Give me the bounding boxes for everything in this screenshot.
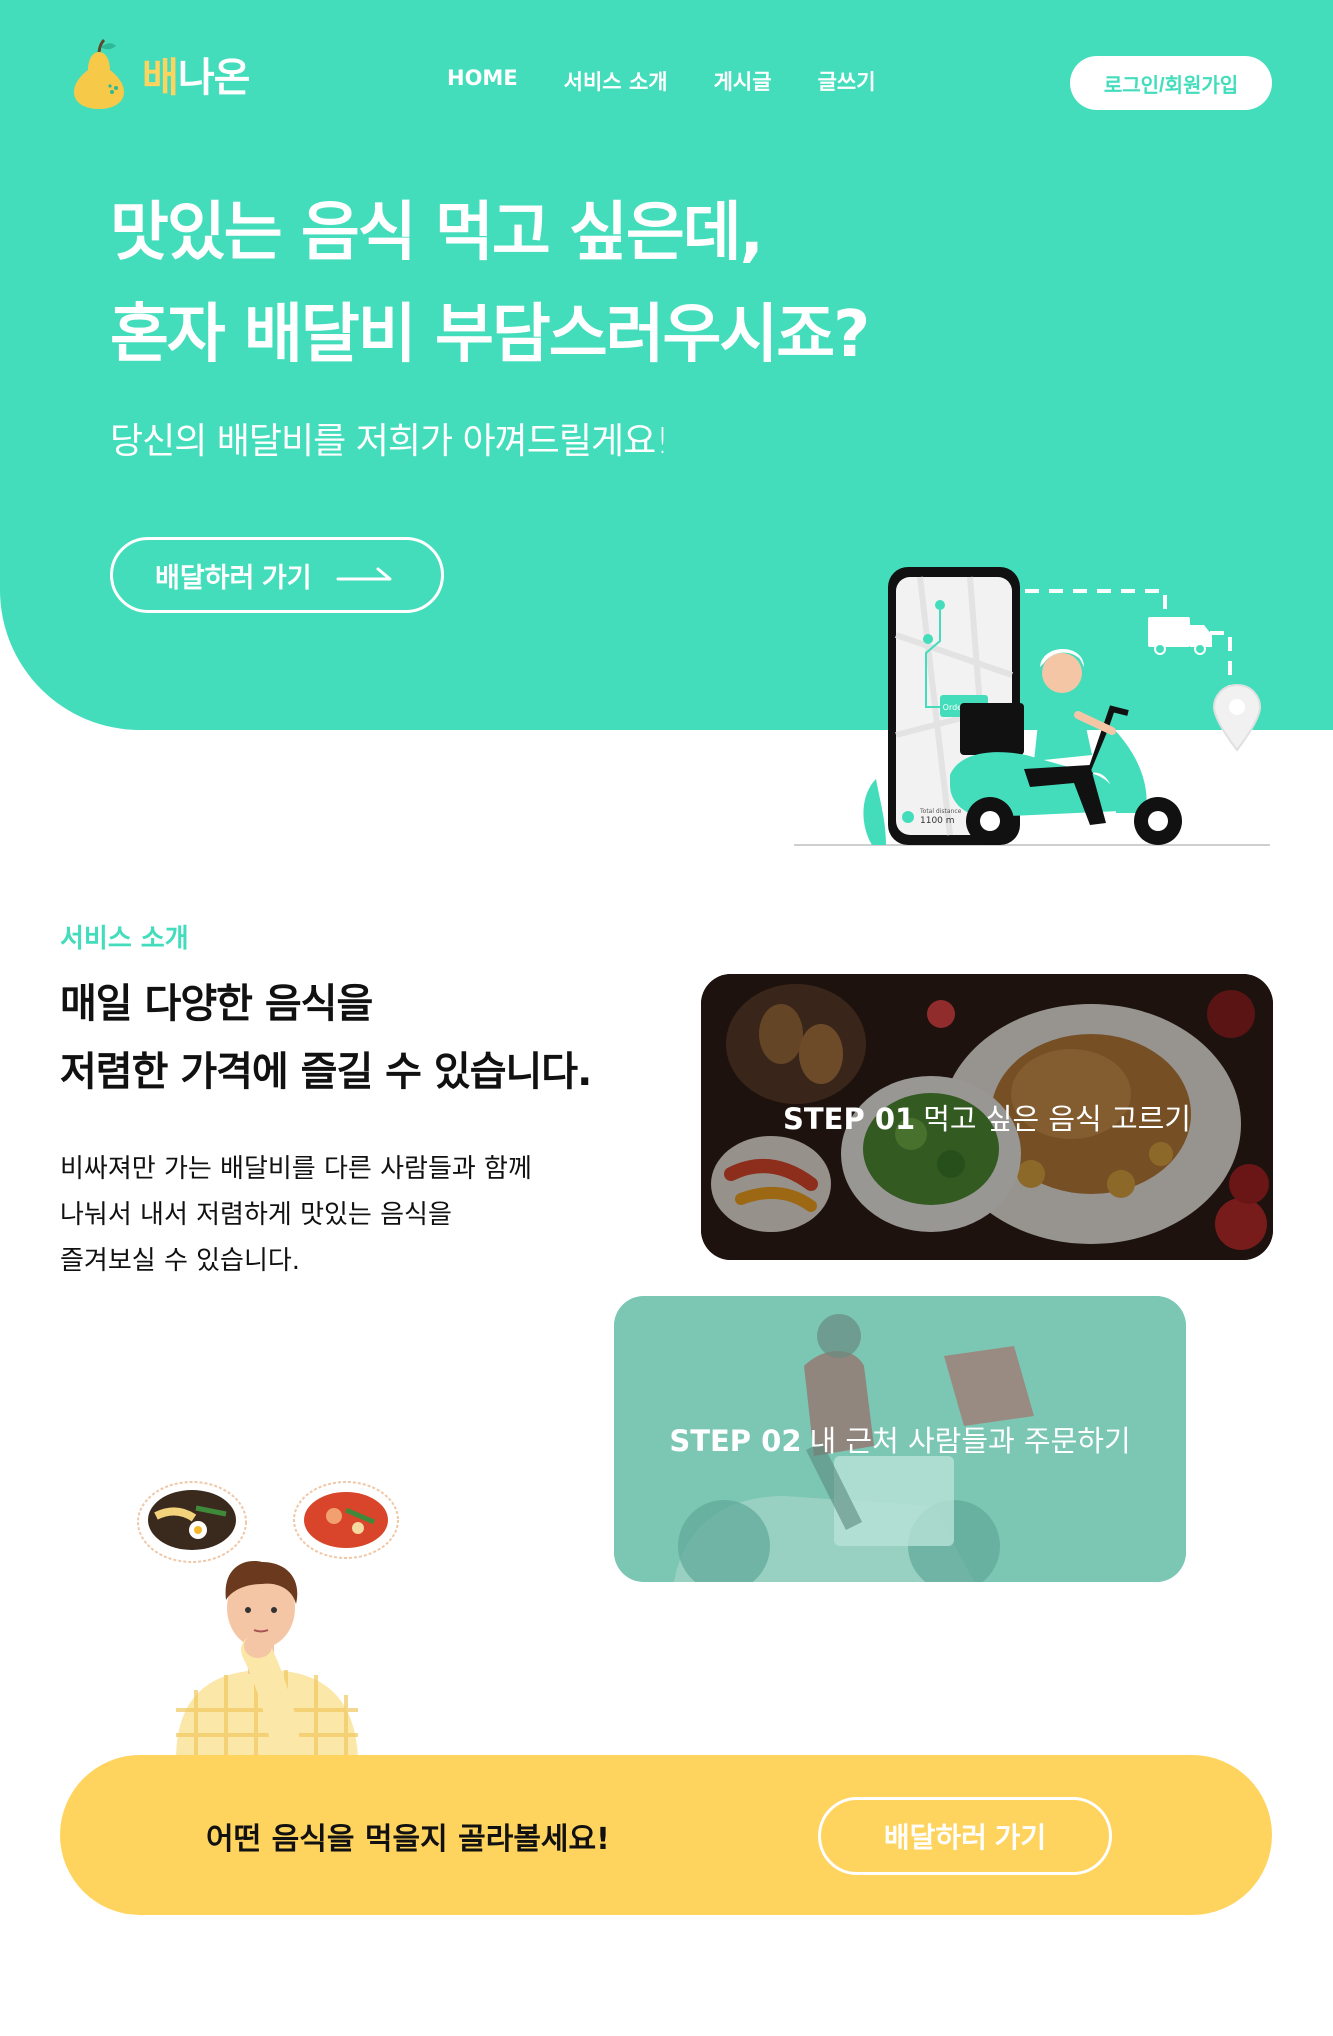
- brand-logo[interactable]: 배나온: [70, 38, 251, 110]
- logo-text-rest: 나온: [177, 55, 251, 101]
- map-distance-caption: Total distance: [919, 808, 962, 815]
- delivery-illustration: Order Now Total distance 1100 m: [794, 567, 1270, 846]
- service-section-label: 서비스 소개: [60, 924, 189, 954]
- pear-logo-icon: [74, 38, 124, 109]
- service-desc-line2: 나눠서 내서 저렴하게 맛있는 음식을: [60, 1200, 452, 1230]
- service-desc-line1: 비싸져만 가는 배달비를 다른 사람들과 함께: [60, 1154, 532, 1184]
- cta-delivery-button[interactable]: 배달하러 가기: [818, 1797, 1112, 1875]
- step-02-text: STEP 02 내 근처 사람들과 주문하기: [669, 1418, 1130, 1460]
- cta-text: 어떤 음식을 먹을지 골라볼세요!: [206, 1822, 610, 1857]
- step-02-number: STEP 02: [669, 1424, 802, 1458]
- step-01-number: STEP 01: [783, 1102, 916, 1136]
- thinking-person-illustration: [137, 1481, 399, 1760]
- service-title-line2: 저렴한 가격에 즐길 수 있습니다.: [60, 1049, 592, 1095]
- hero-delivery-button[interactable]: 배달하러 가기: [110, 537, 444, 613]
- hero-subtitle: 당신의 배달비를 저희가 아껴드릴게요!: [110, 421, 670, 462]
- map-distance-value: 1100 m: [920, 816, 955, 826]
- main-nav: HOME 서비스 소개 게시글 글쓰기: [447, 66, 876, 96]
- hero-delivery-button-label: 배달하러 가기: [155, 562, 312, 593]
- jjajangmyeon-bowl-icon: [137, 1481, 247, 1563]
- service-title-line1: 매일 다양한 음식을: [60, 981, 373, 1027]
- hero-title-line2: 혼자 배달비 부담스러우시죠?: [110, 298, 870, 372]
- arrow-right-icon: [336, 567, 392, 581]
- step-01-text: STEP 01 먹고 싶은 음식 고르기: [783, 1096, 1191, 1138]
- nav-home[interactable]: HOME: [447, 66, 518, 96]
- delivery-truck-icon: [1148, 617, 1212, 655]
- hero-title: 맛있는 음식 먹고 싶은데, 혼자 배달비 부담스러우시죠?: [110, 182, 870, 386]
- jjamppong-bowl-icon: [293, 1481, 399, 1559]
- logo-text-accent: 배: [142, 55, 179, 101]
- hero-title-line1: 맛있는 음식 먹고 싶은데,: [110, 196, 764, 270]
- step-01-card[interactable]: STEP 01 먹고 싶은 음식 고르기: [701, 974, 1273, 1260]
- step-02-label: 내 근처 사람들과 주문하기: [809, 1424, 1131, 1458]
- logo-text: 배나온: [142, 45, 251, 103]
- service-title: 매일 다양한 음식을 저렴한 가격에 즐길 수 있습니다.: [60, 970, 592, 1106]
- service-desc-line3: 즐겨보실 수 있습니다.: [60, 1246, 301, 1276]
- step-01-label: 먹고 싶은 음식 고르기: [923, 1102, 1191, 1136]
- nav-write[interactable]: 글쓰기: [818, 66, 876, 96]
- location-pin-icon: [1212, 683, 1262, 752]
- nav-service-intro[interactable]: 서비스 소개: [564, 66, 668, 96]
- cta-banner: 어떤 음식을 먹을지 골라볼세요! 배달하러 가기: [60, 1755, 1272, 1915]
- nav-posts[interactable]: 게시글: [714, 66, 772, 96]
- service-description: 비싸져만 가는 배달비를 다른 사람들과 함께 나눠서 내서 저렴하게 맛있는 …: [60, 1146, 532, 1284]
- step-02-card[interactable]: STEP 02 내 근처 사람들과 주문하기: [614, 1296, 1186, 1582]
- login-signup-button[interactable]: 로그인/회원가입: [1070, 56, 1272, 110]
